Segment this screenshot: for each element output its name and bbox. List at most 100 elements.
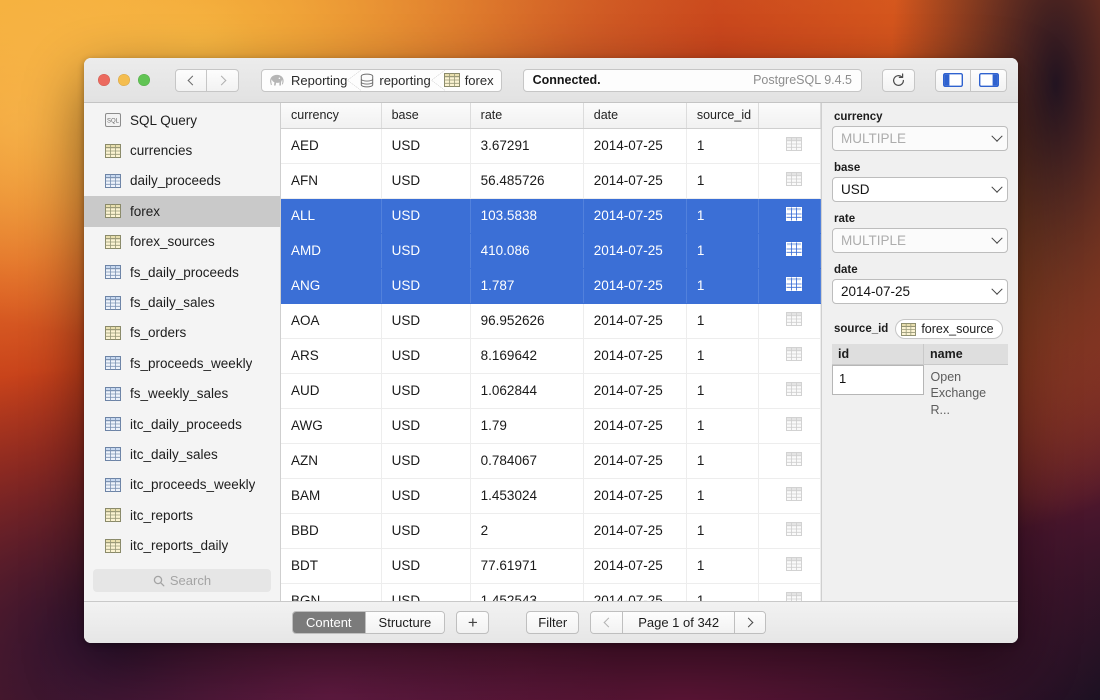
- cell-currency[interactable]: BBD: [281, 513, 381, 548]
- cell-base[interactable]: USD: [381, 373, 470, 408]
- cell-source_id[interactable]: 1: [686, 408, 758, 443]
- table-row[interactable]: BAMUSD1.4530242014-07-251: [281, 478, 821, 513]
- cell-rate[interactable]: 8.169642: [470, 338, 583, 373]
- cell-currency[interactable]: BAM: [281, 478, 381, 513]
- table-row[interactable]: ARSUSD8.1696422014-07-251: [281, 338, 821, 373]
- cell-date[interactable]: 2014-07-25: [583, 443, 686, 478]
- sidebar-item-forex[interactable]: forex: [84, 196, 280, 226]
- cell-row-detail-button[interactable]: [758, 548, 820, 583]
- table-row[interactable]: ANGUSD1.7872014-07-251: [281, 268, 821, 303]
- sidebar-item-itc-daily-proceeds[interactable]: itc_daily_proceeds: [84, 409, 280, 439]
- cell-row-detail-button[interactable]: [758, 373, 820, 408]
- cell-currency[interactable]: AUD: [281, 373, 381, 408]
- cell-rate[interactable]: 1.453024: [470, 478, 583, 513]
- cell-rate[interactable]: 103.5838: [470, 198, 583, 233]
- cell-row-detail-button[interactable]: [758, 128, 820, 163]
- cell-date[interactable]: 2014-07-25: [583, 513, 686, 548]
- cell-currency[interactable]: AZN: [281, 443, 381, 478]
- cell-source_id[interactable]: 1: [686, 303, 758, 338]
- table-row[interactable]: BDTUSD77.619712014-07-251: [281, 548, 821, 583]
- cell-base[interactable]: USD: [381, 513, 470, 548]
- cell-date[interactable]: 2014-07-25: [583, 408, 686, 443]
- zoom-button[interactable]: [138, 74, 150, 86]
- table-row[interactable]: AMDUSD410.0862014-07-251: [281, 233, 821, 268]
- sidebar-item-itc-proceeds-weekly[interactable]: itc_proceeds_weekly: [84, 470, 280, 500]
- cell-row-detail-button[interactable]: [758, 268, 820, 303]
- back-button[interactable]: [175, 69, 207, 92]
- cell-row-detail-button[interactable]: [758, 198, 820, 233]
- column-header-source_id[interactable]: source_id: [686, 103, 758, 128]
- sidebar-item-fs-orders[interactable]: fs_orders: [84, 318, 280, 348]
- cell-source_id[interactable]: 1: [686, 443, 758, 478]
- table-row[interactable]: BGNUSD1.4525432014-07-251: [281, 583, 821, 601]
- column-header-rate[interactable]: rate: [470, 103, 583, 128]
- cell-base[interactable]: USD: [381, 198, 470, 233]
- table-row[interactable]: AZNUSD0.7840672014-07-251: [281, 443, 821, 478]
- view-mode-tabs[interactable]: ContentStructure: [292, 611, 445, 634]
- cell-source_id[interactable]: 1: [686, 198, 758, 233]
- cell-base[interactable]: USD: [381, 163, 470, 198]
- cell-rate[interactable]: 3.67291: [470, 128, 583, 163]
- inspector-select-date[interactable]: 2014-07-25: [832, 279, 1008, 304]
- cell-date[interactable]: 2014-07-25: [583, 268, 686, 303]
- cell-rate[interactable]: 0.784067: [470, 443, 583, 478]
- cell-source_id[interactable]: 1: [686, 268, 758, 303]
- cell-currency[interactable]: AFN: [281, 163, 381, 198]
- cell-currency[interactable]: BDT: [281, 548, 381, 583]
- cell-date[interactable]: 2014-07-25: [583, 583, 686, 601]
- cell-source_id[interactable]: 1: [686, 233, 758, 268]
- cell-base[interactable]: USD: [381, 478, 470, 513]
- cell-date[interactable]: 2014-07-25: [583, 548, 686, 583]
- cell-date[interactable]: 2014-07-25: [583, 163, 686, 198]
- relation-id-input[interactable]: 1: [832, 365, 924, 395]
- cell-currency[interactable]: AED: [281, 128, 381, 163]
- sidebar-item-itc-reports-daily[interactable]: itc_reports_daily: [84, 530, 280, 560]
- cell-currency[interactable]: ANG: [281, 268, 381, 303]
- cell-source_id[interactable]: 1: [686, 163, 758, 198]
- cell-row-detail-button[interactable]: [758, 408, 820, 443]
- table-row[interactable]: AUDUSD1.0628442014-07-251: [281, 373, 821, 408]
- cell-row-detail-button[interactable]: [758, 338, 820, 373]
- table-row[interactable]: AEDUSD3.672912014-07-251: [281, 128, 821, 163]
- cell-base[interactable]: USD: [381, 408, 470, 443]
- tab-content[interactable]: Content: [293, 612, 365, 633]
- cell-base[interactable]: USD: [381, 443, 470, 478]
- right-panel-toggle-button[interactable]: [971, 69, 1007, 92]
- cell-base[interactable]: USD: [381, 268, 470, 303]
- sidebar-item-SQL Query[interactable]: SQLSQL Query: [84, 105, 280, 135]
- add-row-button[interactable]: +: [456, 611, 489, 634]
- table-row[interactable]: AWGUSD1.792014-07-251: [281, 408, 821, 443]
- cell-row-detail-button[interactable]: [758, 163, 820, 198]
- sidebar-item-list[interactable]: SQLSQL Querycurrenciesdaily_proceedsfore…: [84, 103, 280, 564]
- column-header-date[interactable]: date: [583, 103, 686, 128]
- sidebar-item-itc-reports[interactable]: itc_reports: [84, 500, 280, 530]
- cell-row-detail-button[interactable]: [758, 233, 820, 268]
- previous-page-button[interactable]: [591, 612, 622, 633]
- sidebar-item-currencies[interactable]: currencies: [84, 135, 280, 165]
- column-header-currency[interactable]: currency: [281, 103, 381, 128]
- search-input[interactable]: Search: [93, 569, 271, 592]
- sidebar-item-forex-sources[interactable]: forex_sources: [84, 227, 280, 257]
- column-header-actions[interactable]: [758, 103, 820, 128]
- breadcrumb-item-database[interactable]: reporting: [354, 70, 437, 91]
- cell-currency[interactable]: BGN: [281, 583, 381, 601]
- cell-rate[interactable]: 1.062844: [470, 373, 583, 408]
- cell-date[interactable]: 2014-07-25: [583, 198, 686, 233]
- cell-date[interactable]: 2014-07-25: [583, 338, 686, 373]
- filter-button[interactable]: Filter: [526, 611, 579, 634]
- cell-source_id[interactable]: 1: [686, 548, 758, 583]
- sidebar-item-fs-daily-sales[interactable]: fs_daily_sales: [84, 287, 280, 317]
- cell-rate[interactable]: 96.952626: [470, 303, 583, 338]
- sidebar-item-fs-weekly-sales[interactable]: fs_weekly_sales: [84, 379, 280, 409]
- inspector-select-rate[interactable]: MULTIPLE: [832, 228, 1008, 253]
- table-row[interactable]: AOAUSD96.9526262014-07-251: [281, 303, 821, 338]
- cell-date[interactable]: 2014-07-25: [583, 233, 686, 268]
- cell-base[interactable]: USD: [381, 233, 470, 268]
- column-header-base[interactable]: base: [381, 103, 470, 128]
- cell-row-detail-button[interactable]: [758, 303, 820, 338]
- cell-rate[interactable]: 1.79: [470, 408, 583, 443]
- cell-rate[interactable]: 56.485726: [470, 163, 583, 198]
- cell-source_id[interactable]: 1: [686, 373, 758, 408]
- cell-currency[interactable]: AOA: [281, 303, 381, 338]
- cell-rate[interactable]: 2: [470, 513, 583, 548]
